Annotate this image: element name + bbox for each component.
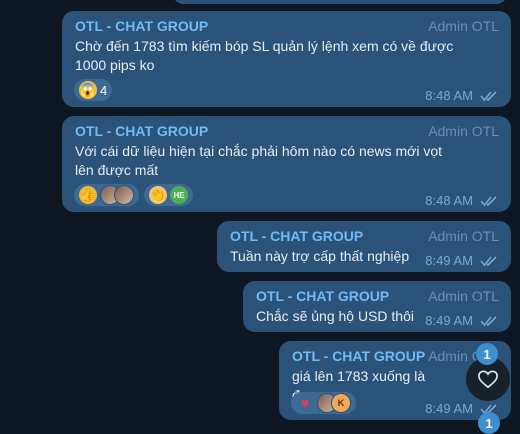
admin-label: Admin OTL bbox=[428, 288, 499, 304]
double-check-icon bbox=[480, 195, 497, 206]
double-check-icon bbox=[480, 255, 497, 266]
admin-label: Admin OTL bbox=[428, 228, 499, 244]
clapping-hands-emoji: 👏 bbox=[149, 186, 167, 204]
message-meta: 8:49 AM bbox=[425, 313, 498, 328]
sender-name[interactable]: OTL - CHAT GROUP bbox=[230, 227, 363, 245]
sender-name[interactable]: OTL - CHAT GROUP bbox=[75, 122, 208, 140]
avatar bbox=[114, 185, 134, 205]
message-time: 8:48 AM bbox=[425, 88, 473, 103]
reactor-avatars bbox=[100, 185, 134, 205]
sender-name[interactable]: OTL - CHAT GROUP bbox=[292, 347, 425, 365]
message-time: 8:49 AM bbox=[425, 401, 473, 416]
message-bubble[interactable]: OTL - CHAT GROUP Admin OTL Với cái dữ li… bbox=[62, 116, 511, 212]
reaction-unread-badge[interactable]: 1 bbox=[476, 343, 498, 365]
admin-label: Admin OTL bbox=[428, 123, 499, 139]
message-text: Với cái dữ liệu hiện tại chắc phải hôm n… bbox=[75, 143, 443, 178]
avatar: K bbox=[331, 393, 351, 413]
previous-message-bubble[interactable] bbox=[172, 0, 508, 4]
reaction-pill[interactable]: 😱 4 bbox=[74, 79, 113, 101]
screaming-face-emoji: 😱 bbox=[79, 81, 97, 99]
heart-outline-icon bbox=[478, 370, 498, 389]
scroll-down-badge[interactable]: 1 bbox=[478, 412, 500, 434]
reactions-bar: ♥ K bbox=[291, 392, 356, 414]
message-time: 8:48 AM bbox=[425, 193, 473, 208]
message-bubble[interactable]: OTL - CHAT GROUP Admin OTL Tuần này trợ … bbox=[217, 221, 511, 272]
message-bubble[interactable]: OTL - CHAT GROUP Admin OTL Chắc sẽ ủng h… bbox=[243, 281, 511, 332]
double-check-icon bbox=[480, 90, 497, 101]
sender-name[interactable]: OTL - CHAT GROUP bbox=[75, 17, 208, 35]
message-time: 8:49 AM bbox=[425, 313, 473, 328]
sender-name[interactable]: OTL - CHAT GROUP bbox=[256, 287, 389, 305]
admin-label: Admin OTL bbox=[428, 18, 499, 34]
message-header: OTL - CHAT GROUP Admin OTL bbox=[230, 227, 499, 245]
reaction-pill[interactable]: ♥ K bbox=[291, 392, 356, 414]
message-header: OTL - CHAT GROUP Admin OTL bbox=[256, 287, 499, 305]
message-header: OTL - CHAT GROUP Admin OTL bbox=[75, 122, 499, 140]
reaction-count: 4 bbox=[100, 82, 108, 98]
chat-history[interactable]: OTL - CHAT GROUP Admin OTL Chờ đến 1783 … bbox=[0, 0, 520, 434]
message-header: OTL - CHAT GROUP Admin OTL bbox=[292, 347, 499, 365]
red-heart-emoji: ♥ bbox=[300, 395, 310, 411]
message-text: Chờ đến 1783 tìm kiếm bóp SL quản lý lện… bbox=[75, 38, 454, 73]
message-bubble[interactable]: OTL - CHAT GROUP Admin OTL Chờ đến 1783 … bbox=[62, 11, 511, 107]
reaction-pill[interactable]: 👏 HE bbox=[144, 184, 193, 206]
message-meta: 8:48 AM bbox=[425, 193, 498, 208]
double-check-icon bbox=[480, 315, 497, 326]
reactions-bar: 👍 👏 HE bbox=[74, 184, 193, 206]
reactions-bar: 😱 4 bbox=[74, 79, 113, 101]
avatar: HE bbox=[170, 186, 188, 204]
message-meta: 8:48 AM bbox=[425, 88, 498, 103]
reactor-avatars: K bbox=[317, 393, 351, 413]
message-time: 8:49 AM bbox=[425, 253, 473, 268]
scrollbar[interactable] bbox=[512, 0, 520, 428]
reaction-pill[interactable]: 👍 bbox=[74, 184, 139, 206]
message-header: OTL - CHAT GROUP Admin OTL bbox=[75, 17, 499, 35]
message-meta: 8:49 AM bbox=[425, 253, 498, 268]
thumbs-up-emoji: 👍 bbox=[79, 186, 97, 204]
